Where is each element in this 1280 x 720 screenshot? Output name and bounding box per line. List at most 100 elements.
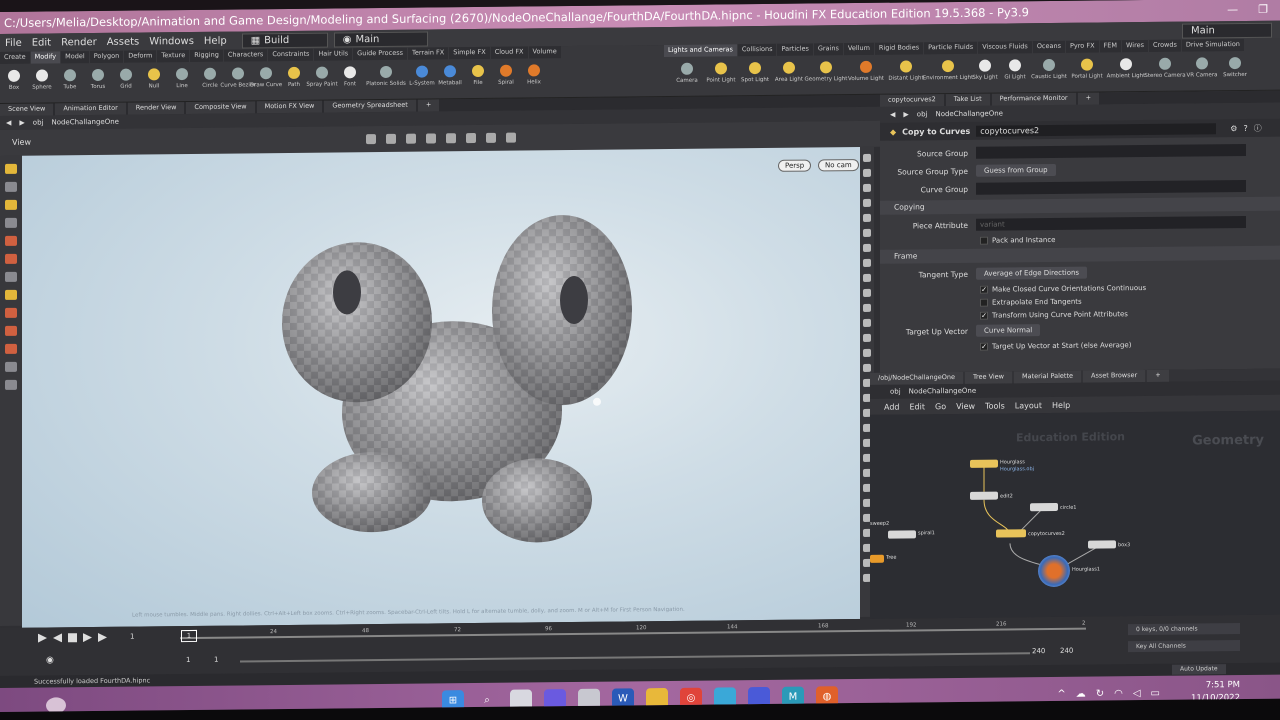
shelf-tab[interactable]: Hair Utils [314,48,353,61]
tool-grid[interactable]: Grid [112,65,140,101]
info-icon[interactable]: ⓘ [1254,122,1262,133]
tool-icon[interactable] [5,379,17,390]
tool-helix[interactable]: Helix [520,60,548,96]
net-menu-edit[interactable]: Edit [910,402,926,411]
sync-icon[interactable]: ↻ [1096,688,1104,699]
minimize-icon[interactable]: — [1227,0,1238,21]
tool-icon[interactable] [5,271,17,282]
forward-icon[interactable]: ▶ [19,119,24,127]
section-copying[interactable]: Copying [880,196,1280,215]
shelf-tab[interactable]: Grains [813,43,843,56]
shelf-tab[interactable]: Collisions [737,43,777,57]
paint-tool-icon[interactable] [5,199,17,210]
notepad-icon[interactable] [714,687,736,710]
tool-point-light[interactable]: Point Light [704,58,738,94]
calculator-icon[interactable] [578,688,600,711]
range-end[interactable]: 240 [1032,647,1045,655]
path-node[interactable]: NodeChallangeOne [935,109,1003,118]
display-option-icon[interactable] [863,303,871,312]
chevron-up-icon[interactable]: ^ [1057,689,1065,700]
tool-gi-light[interactable]: GI Light [1000,55,1030,91]
tool-curve-bezier[interactable]: Curve Bezier [220,63,256,99]
display-option-icon[interactable] [863,348,871,357]
display-option-icon[interactable] [863,363,871,372]
piece-attribute-field[interactable]: variant [976,215,1246,231]
shelf-tab[interactable]: Rigid Bodies [874,42,924,55]
cloud-icon[interactable]: ☁ [1076,689,1086,700]
net-menu-tools[interactable]: Tools [985,401,1005,410]
houdini-icon[interactable]: ◍ [816,686,838,709]
shelf-tab[interactable]: Rigging [190,49,223,63]
weather-icon[interactable] [46,697,66,712]
display-option-icon[interactable] [863,168,871,177]
shelf-tab[interactable]: Oceans [1032,40,1065,54]
shelf-tab[interactable]: Particles [777,43,813,56]
source-group-field[interactable] [976,143,1246,159]
path-context[interactable]: obj [33,119,44,127]
tool-icon[interactable] [5,343,17,354]
maximize-icon[interactable]: ❐ [1258,0,1268,21]
jump-end-icon[interactable] [98,633,107,642]
node-copytocurves[interactable] [996,529,1026,538]
play-icon[interactable] [83,633,92,642]
tool-icon[interactable] [5,289,17,300]
shelf-tab[interactable]: Crowds [1149,39,1181,52]
shelf-tab[interactable]: Model [61,51,89,64]
realtime-icon[interactable]: ◉ [46,655,54,665]
shelf-tab[interactable]: Modify [30,51,61,64]
task-view-icon[interactable] [510,689,532,712]
net-menu-add[interactable]: Add [884,402,900,411]
tool-portal-light[interactable]: Portal Light [1068,54,1106,90]
tool-switcher[interactable]: Switcher [1220,53,1250,89]
persp-menu[interactable]: Persp [778,159,812,172]
tool-icon[interactable] [5,253,17,264]
tab-material-palette[interactable]: Material Palette [1014,370,1081,384]
windows-start-icon[interactable]: ⊞ [442,690,464,712]
jump-start-icon[interactable] [38,634,47,643]
tab-parameters[interactable]: copytocurves2 [880,94,944,107]
tool-icon[interactable] [5,307,17,318]
battery-icon[interactable]: ▭ [1151,688,1160,699]
display-option-icon[interactable] [863,213,871,222]
current-frame-field[interactable]: 1 [130,633,134,641]
shelf-tab[interactable]: Volume [528,46,561,59]
shelf-tab[interactable]: Lights and Cameras [664,44,737,58]
shelf-tab[interactable]: Wires [1122,39,1149,53]
shelf-tab[interactable]: Characters [223,49,268,62]
auto-update-menu[interactable]: Auto Update [1172,664,1226,675]
tool-caustic-light[interactable]: Caustic Light [1030,55,1068,91]
menu-windows[interactable]: Windows [144,35,199,47]
scene-viewport[interactable]: Persp No cam Left mouse tumbles. Middle … [22,146,860,628]
node-edit[interactable] [970,491,998,500]
tab-performance-monitor[interactable]: Performance Monitor [991,92,1076,106]
tool-null[interactable]: Null [140,64,168,100]
path-context[interactable]: obj [890,388,901,396]
teams-icon[interactable] [748,686,770,710]
volume-icon[interactable]: ◁ [1133,688,1141,699]
display-option-icon[interactable] [863,318,871,327]
node-name-field[interactable]: copytocurves2 [976,122,1217,137]
timeline-track[interactable] [180,627,1086,640]
handle-icon[interactable] [446,133,456,144]
word-icon[interactable]: W [612,688,634,711]
tool-tube[interactable]: Tube [56,65,84,101]
tangent-type-menu[interactable]: Average of Edge Directions [976,266,1088,280]
shelf-tab[interactable]: Polygon [89,50,124,64]
tool-volume-light[interactable]: Volume Light [846,57,886,93]
menu-file[interactable]: File [0,37,27,48]
key-all-channels-button[interactable]: Key All Channels [1128,640,1240,653]
tool-path[interactable]: Path [280,63,308,99]
shelf-tab[interactable]: Texture [157,50,190,63]
help-icon[interactable]: ? [1243,123,1247,132]
shelf-tab[interactable]: Deform [124,50,157,63]
display-option-icon[interactable] [863,288,871,297]
tool-box[interactable]: Box [0,66,28,102]
tool-spiral[interactable]: Spiral [492,61,520,97]
shelf-tab[interactable]: FEM [1099,40,1121,53]
tool-stereo-camera[interactable]: Stereo Camera [1144,54,1186,90]
tool-platonic-solids[interactable]: Platonic Solids [364,62,408,98]
tool-icon[interactable] [5,361,17,372]
gear-icon[interactable]: ⚙ [1230,124,1237,133]
tab-tree-view[interactable]: Tree View [964,371,1013,384]
shelf-tab[interactable]: Vellum [843,42,874,56]
